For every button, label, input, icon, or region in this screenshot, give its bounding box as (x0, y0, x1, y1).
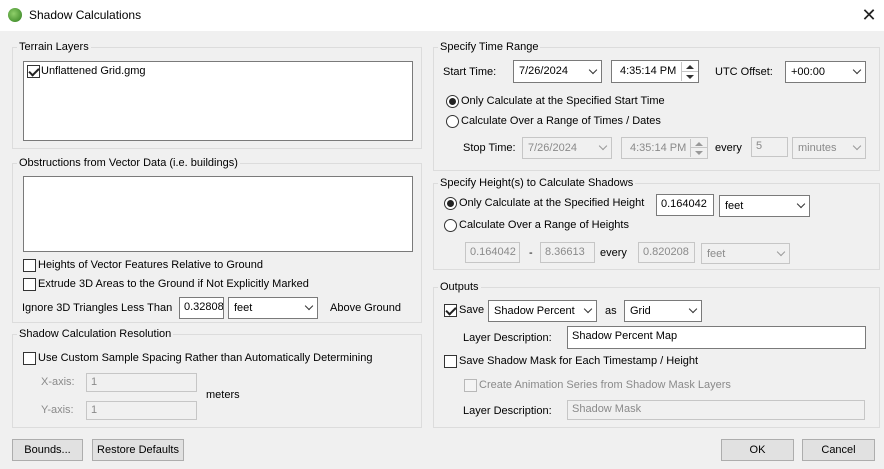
restore-defaults-button[interactable]: Restore Defaults (92, 439, 184, 461)
mask-description-label: Layer Description: (463, 405, 552, 417)
as-label: as (605, 305, 617, 317)
time-range-radio[interactable] (446, 115, 459, 128)
time-every-unit-value: minutes (798, 142, 837, 154)
chevron-down-icon (583, 304, 593, 314)
start-time-label: Start Time: (443, 66, 497, 78)
height-range-radio[interactable] (444, 219, 457, 232)
title-bar: Shadow Calculations ✕ (0, 0, 884, 31)
ignore-triangles-unit-value: feet (234, 302, 253, 314)
start-time-value: 4:35:14 PM (620, 65, 677, 77)
x-axis-label: X-axis: (41, 376, 75, 388)
height-range-to-input[interactable]: 8.36613 (540, 242, 595, 263)
chevron-down-icon (852, 65, 862, 75)
stop-date-picker[interactable]: 7/26/2024 (522, 137, 612, 159)
height-every-unit-value: feet (707, 248, 726, 260)
height-range-label[interactable]: Calculate Over a Range of Heights (459, 219, 629, 231)
spin-down-icon[interactable] (682, 72, 698, 82)
chevron-down-icon (796, 199, 806, 209)
chevron-down-icon (304, 301, 314, 311)
chevron-down-icon (852, 141, 862, 151)
calendar-dropdown-icon (588, 65, 598, 74)
height-range-from-input[interactable]: 0.164042 (465, 242, 520, 263)
stop-time-label: Stop Time: (463, 142, 516, 154)
resolution-unit-label: meters (206, 389, 240, 401)
start-date-picker[interactable]: 7/26/2024 (513, 60, 602, 83)
heights-relative-label[interactable]: Heights of Vector Features Relative to G… (38, 259, 263, 271)
time-range-label[interactable]: Calculate Over a Range of Times / Dates (461, 115, 661, 127)
obstructions-list[interactable] (23, 176, 413, 252)
start-time-spin-buttons (681, 62, 698, 82)
ok-button[interactable]: OK (721, 439, 794, 461)
height-every-unit-select[interactable]: feet (701, 243, 790, 264)
window-title: Shadow Calculations (29, 8, 142, 22)
mask-description-input[interactable]: Shadow Mask (567, 400, 865, 420)
y-axis-label: Y-axis: (41, 404, 74, 416)
extrude-areas-label[interactable]: Extrude 3D Areas to the Ground if Not Ex… (38, 278, 309, 290)
custom-spacing-checkbox[interactable] (23, 352, 36, 365)
above-ground-label: Above Ground (330, 302, 401, 314)
only-start-time-radio[interactable] (446, 95, 459, 108)
save-type-value: Shadow Percent (494, 305, 575, 317)
utc-offset-value: +00:00 (791, 66, 825, 78)
stop-time-value: 4:35:14 PM (630, 142, 687, 154)
time-every-label: every (715, 142, 742, 154)
save-output-checkbox[interactable] (444, 304, 457, 317)
obstructions-legend: Obstructions from Vector Data (i.e. buil… (17, 157, 240, 169)
extrude-areas-checkbox[interactable] (23, 278, 36, 291)
save-as-value: Grid (630, 305, 651, 317)
custom-spacing-label[interactable]: Use Custom Sample Spacing Rather than Au… (38, 352, 372, 364)
globe-app-icon (8, 8, 22, 22)
height-unit-value: feet (725, 200, 744, 212)
terrain-layer-label[interactable]: Unflattened Grid.gmg (41, 65, 146, 77)
heights-relative-checkbox[interactable] (23, 259, 36, 272)
layer-description-label: Layer Description: (463, 332, 552, 344)
cancel-button[interactable]: Cancel (802, 439, 875, 461)
terrain-layers-legend: Terrain Layers (17, 41, 91, 53)
height-input[interactable]: 0.164042 (656, 194, 714, 216)
layer-description-input[interactable]: Shadow Percent Map (567, 326, 866, 349)
animation-series-label[interactable]: Create Animation Series from Shadow Mask… (479, 379, 731, 391)
utc-offset-label: UTC Offset: (715, 66, 773, 78)
terrain-layers-list[interactable]: Unflattened Grid.gmg (23, 61, 413, 141)
terrain-layer-checkbox[interactable] (27, 65, 40, 78)
ignore-triangles-label: Ignore 3D Triangles Less Than (22, 302, 173, 314)
spin-up-icon[interactable] (691, 139, 707, 148)
x-axis-input[interactable]: 1 (86, 373, 197, 392)
close-icon[interactable]: ✕ (858, 4, 880, 26)
stop-date-value: 7/26/2024 (528, 142, 577, 154)
spin-up-icon[interactable] (682, 62, 698, 72)
only-start-time-label[interactable]: Only Calculate at the Specified Start Ti… (461, 95, 665, 107)
time-every-unit-select[interactable]: minutes (792, 137, 866, 159)
time-range-legend: Specify Time Range (438, 41, 541, 53)
height-every-input[interactable]: 0.820208 (638, 242, 695, 263)
save-mask-checkbox[interactable] (444, 355, 457, 368)
start-date-value: 7/26/2024 (519, 65, 568, 77)
height-unit-select[interactable]: feet (719, 195, 810, 217)
stop-time-spin-buttons (690, 139, 707, 157)
only-height-label[interactable]: Only Calculate at the Specified Height (459, 197, 644, 209)
save-as-select[interactable]: Grid (624, 300, 702, 322)
resolution-legend: Shadow Calculation Resolution (17, 328, 174, 340)
bounds-button[interactable]: Bounds... (12, 439, 83, 461)
chevron-down-icon (776, 247, 786, 256)
time-every-input[interactable]: 5 (751, 137, 788, 157)
y-axis-input[interactable]: 1 (86, 401, 197, 420)
ignore-triangles-unit-select[interactable]: feet (228, 297, 318, 319)
heights-legend: Specify Height(s) to Calculate Shadows (438, 177, 636, 189)
height-range-dash: - (529, 247, 533, 259)
outputs-legend: Outputs (438, 281, 481, 293)
animation-series-checkbox[interactable] (464, 379, 477, 392)
stop-time-spinner[interactable]: 4:35:14 PM (621, 137, 708, 159)
chevron-down-icon (688, 304, 698, 314)
height-every-label: every (600, 247, 627, 259)
save-mask-label[interactable]: Save Shadow Mask for Each Timestamp / He… (459, 355, 698, 367)
utc-offset-select[interactable]: +00:00 (785, 61, 866, 83)
calendar-dropdown-icon (598, 141, 608, 151)
ignore-triangles-input[interactable]: 0.32808 (179, 297, 224, 319)
spin-down-icon[interactable] (691, 148, 707, 157)
save-type-select[interactable]: Shadow Percent (488, 300, 597, 322)
only-height-radio[interactable] (444, 197, 457, 210)
save-output-label[interactable]: Save (459, 304, 484, 316)
start-time-spinner[interactable]: 4:35:14 PM (611, 60, 699, 83)
